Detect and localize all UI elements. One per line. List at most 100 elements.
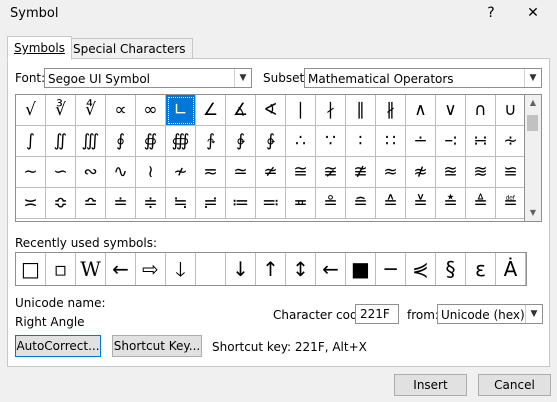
symbol-cell[interactable]: ∶: [346, 126, 376, 157]
symbol-cell[interactable]: ∳: [256, 126, 286, 157]
symbol-cell[interactable]: ∺: [466, 126, 496, 157]
symbol-cell[interactable]: ∴: [286, 126, 316, 157]
insert-button[interactable]: Insert: [394, 374, 467, 396]
symbol-cell[interactable]: ∜: [76, 95, 106, 126]
from-dropdown[interactable]: Unicode (hex) ▼: [437, 304, 543, 324]
symbol-cell[interactable]: ≍: [16, 188, 46, 219]
symbol-cell[interactable]: ∿: [106, 157, 136, 188]
recent-symbol-cell[interactable]: 🡓: [166, 253, 196, 285]
symbol-cell[interactable]: ∬: [46, 126, 76, 157]
symbol-cell[interactable]: ∽: [46, 157, 76, 188]
symbol-cell[interactable]: ≂: [196, 157, 226, 188]
symbol-cell[interactable]: ∡: [226, 95, 256, 126]
symbol-grid-scrollbar[interactable]: ▲ ▼: [525, 94, 542, 222]
symbol-cell[interactable]: ≕: [256, 188, 286, 219]
symbol-cell[interactable]: ≖: [286, 188, 316, 219]
symbol-cell[interactable]: ∠: [196, 95, 226, 126]
symbol-cell[interactable]: ≔: [226, 188, 256, 219]
symbol-cell[interactable]: ≝: [496, 188, 524, 219]
symbol-cell[interactable]: ∲: [226, 126, 256, 157]
symbol-cell[interactable]: ≁: [166, 157, 196, 188]
tab-special-characters[interactable]: Special Characters: [66, 38, 193, 60]
symbol-cell[interactable]: ∞: [136, 95, 166, 126]
symbol-cell[interactable]: ≗: [316, 188, 346, 219]
symbol-cell[interactable]: ≒: [166, 188, 196, 219]
symbol-cell[interactable]: ∪: [496, 95, 524, 126]
subset-dropdown[interactable]: Mathematical Operators ▼: [304, 68, 542, 88]
symbol-cell[interactable]: ∫: [16, 126, 46, 157]
symbol-cell[interactable]: ∼: [16, 157, 46, 188]
symbol-cell[interactable]: ∣: [286, 95, 316, 126]
symbol-cell[interactable]: ∾: [76, 157, 106, 188]
help-icon[interactable]: ?: [478, 2, 504, 24]
symbol-cell[interactable]: ∟: [166, 95, 196, 126]
symbol-grid[interactable]: √ ∛ ∜ ∝ ∞ ∟ ∠ ∡ ∢ ∣ ∤ ∥ ∦ ∧ ∨ ∩ ∪ ∫ ∬ ∭ ∮ ∯ ∰ ∱ ∲ ∳ ∴ ∵ ∶ ∷ ∸ ∹ ∺ ∻ ∼ ∽ ∾ ∿ ≀ ≁…: [15, 94, 525, 222]
symbol-cell[interactable]: ∸: [406, 126, 436, 157]
recent-symbol-cell[interactable]: ↕: [286, 253, 316, 285]
symbol-cell[interactable]: ∩: [466, 95, 496, 126]
recent-symbol-cell[interactable]: ↑: [256, 253, 286, 285]
recent-symbol-cell[interactable]: ▫: [46, 253, 76, 285]
recent-symbol-cell[interactable]: §: [436, 253, 466, 285]
symbol-cell[interactable]: ≛: [436, 188, 466, 219]
symbol-cell[interactable]: ∧: [406, 95, 436, 126]
symbol-cell[interactable]: ∥: [346, 95, 376, 126]
recent-symbol-cell[interactable]: ─: [376, 253, 406, 285]
symbol-cell[interactable]: ≆: [316, 157, 346, 188]
symbol-cell[interactable]: ≇: [346, 157, 376, 188]
symbol-cell[interactable]: ≘: [346, 188, 376, 219]
symbol-cell[interactable]: ∤: [316, 95, 346, 126]
symbol-cell[interactable]: ≜: [466, 188, 496, 219]
symbol-cell[interactable]: ∱: [196, 126, 226, 157]
recent-symbol-cell[interactable]: ε: [466, 253, 496, 285]
symbol-cell[interactable]: ∝: [106, 95, 136, 126]
symbol-cell[interactable]: ≚: [406, 188, 436, 219]
symbol-cell[interactable]: ≏: [76, 188, 106, 219]
symbol-cell[interactable]: √: [16, 95, 46, 126]
symbol-cell[interactable]: ≓: [196, 188, 226, 219]
recent-symbol-cell[interactable]: ↓: [226, 253, 256, 285]
symbol-cell[interactable]: ≄: [256, 157, 286, 188]
symbol-cell[interactable]: ≊: [436, 157, 466, 188]
symbol-cell[interactable]: ∯: [136, 126, 166, 157]
recent-symbol-cell[interactable]: ⋞: [406, 253, 436, 285]
symbol-cell[interactable]: ≎: [46, 188, 76, 219]
symbol-cell[interactable]: ≅: [286, 157, 316, 188]
symbol-cell[interactable]: ∨: [436, 95, 466, 126]
tab-symbols[interactable]: Symbols: [7, 36, 72, 60]
scroll-down-icon[interactable]: ▼: [525, 205, 541, 221]
cancel-button[interactable]: Cancel: [478, 374, 551, 396]
recent-symbol-cell[interactable]: ⇨: [136, 253, 166, 285]
symbol-cell[interactable]: ≈: [376, 157, 406, 188]
shortcut-key-button[interactable]: Shortcut Key...: [112, 335, 202, 357]
symbol-cell[interactable]: ≙: [376, 188, 406, 219]
recent-symbol-cell[interactable]: □: [16, 253, 46, 285]
symbol-cell[interactable]: ∢: [256, 95, 286, 126]
font-dropdown[interactable]: Segoe UI Symbol ▼: [44, 68, 252, 88]
symbol-cell[interactable]: ∹: [436, 126, 466, 157]
recent-symbol-cell[interactable]: ■: [346, 253, 376, 285]
symbol-cell[interactable]: ≀: [136, 157, 166, 188]
symbol-cell[interactable]: ∮: [106, 126, 136, 157]
symbol-cell[interactable]: ∰: [166, 126, 196, 157]
scrollbar-thumb[interactable]: [527, 115, 538, 131]
recent-symbol-cell[interactable]: ←: [316, 253, 346, 285]
symbol-cell[interactable]: ≋: [466, 157, 496, 188]
symbol-cell[interactable]: ≑: [136, 188, 166, 219]
symbol-cell[interactable]: ≃: [226, 157, 256, 188]
recent-symbol-cell[interactable]: [196, 253, 226, 285]
scroll-up-icon[interactable]: ▲: [525, 95, 541, 111]
symbol-cell[interactable]: ≌: [496, 157, 524, 188]
recent-symbol-cell[interactable]: Ȧ: [496, 253, 526, 285]
recent-symbol-cell[interactable]: W: [76, 253, 106, 285]
symbol-cell[interactable]: ≐: [106, 188, 136, 219]
symbol-cell[interactable]: ∦: [376, 95, 406, 126]
symbol-cell[interactable]: ∵: [316, 126, 346, 157]
symbol-cell[interactable]: ∻: [496, 126, 524, 157]
close-icon[interactable]: ✕: [520, 2, 546, 24]
autocorrect-button[interactable]: AutoCorrect...: [15, 335, 101, 357]
recent-symbols-row[interactable]: □ ▫ W ← ⇨ 🡓 ↓ ↑ ↕ ← ■ ─ ⋞ § ε Ȧ: [15, 252, 527, 286]
symbol-cell[interactable]: ∭: [76, 126, 106, 157]
character-code-input[interactable]: 221F: [355, 304, 399, 324]
symbol-cell[interactable]: ≉: [406, 157, 436, 188]
